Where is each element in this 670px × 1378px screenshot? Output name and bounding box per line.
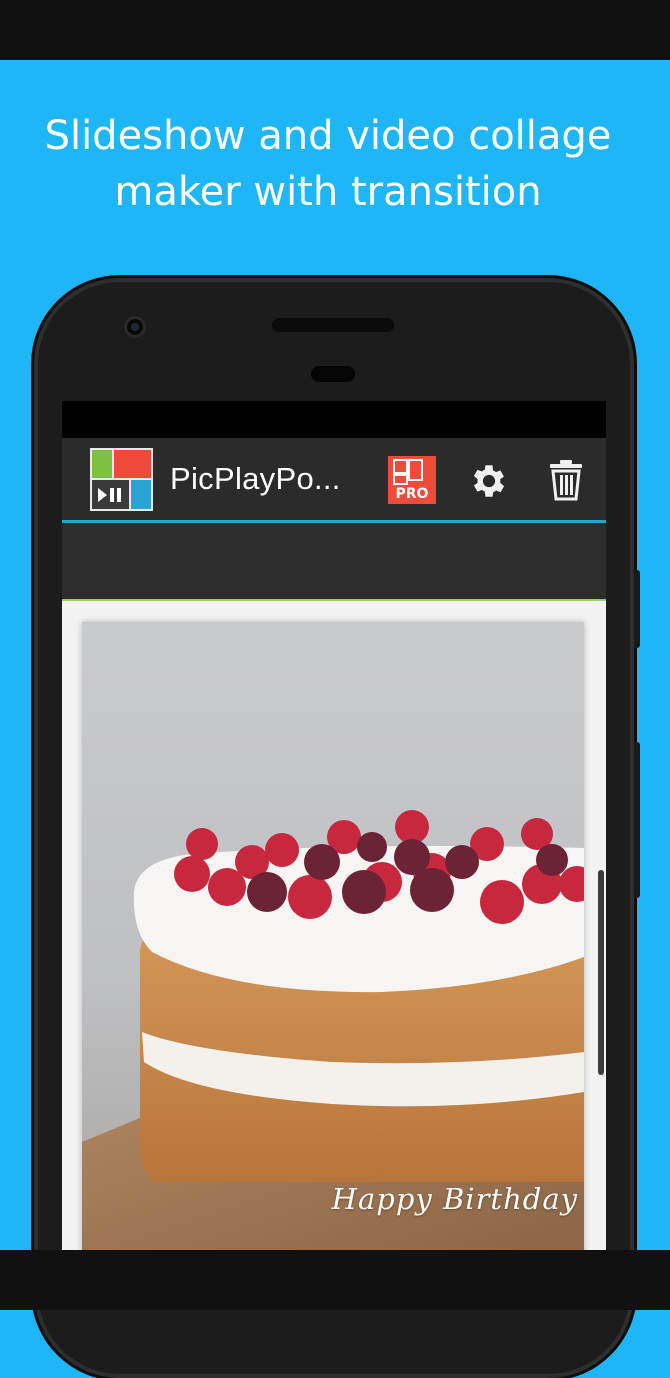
system-bottom-bar — [0, 1250, 670, 1310]
collage-canvas[interactable]: Happy Birthday — [82, 622, 584, 1250]
phone-volume-button — [634, 742, 640, 898]
phone-power-button — [634, 570, 640, 648]
cake-photo — [82, 622, 584, 1250]
phone-screen: PicPlayPo... PRO Happy Birthday — [62, 401, 606, 1250]
front-camera — [124, 316, 146, 338]
promo-headline-line2: maker with transition — [114, 169, 542, 215]
secondary-toolbar — [62, 523, 606, 601]
collage-caption[interactable]: Happy Birthday — [332, 1182, 578, 1216]
promo-headline-line1: Slideshow and video collage — [44, 113, 612, 159]
delete-button[interactable] — [548, 458, 584, 502]
status-bar — [62, 401, 606, 438]
system-top-bar — [0, 0, 670, 60]
proximity-sensor — [311, 366, 355, 382]
gear-icon — [473, 465, 505, 497]
app-toolbar: PicPlayPo... PRO — [62, 438, 606, 523]
pro-upgrade-button[interactable]: PRO — [388, 456, 436, 504]
settings-button[interactable] — [468, 460, 510, 502]
app-logo-icon — [90, 448, 153, 511]
earpiece-speaker — [272, 318, 394, 332]
pro-label: PRO — [395, 486, 429, 502]
trash-icon — [550, 460, 582, 501]
app-title: PicPlayPo... — [170, 461, 341, 496]
promo-headline: Slideshow and video collage maker with t… — [0, 108, 656, 220]
canvas-edge-handle[interactable] — [598, 870, 604, 1075]
